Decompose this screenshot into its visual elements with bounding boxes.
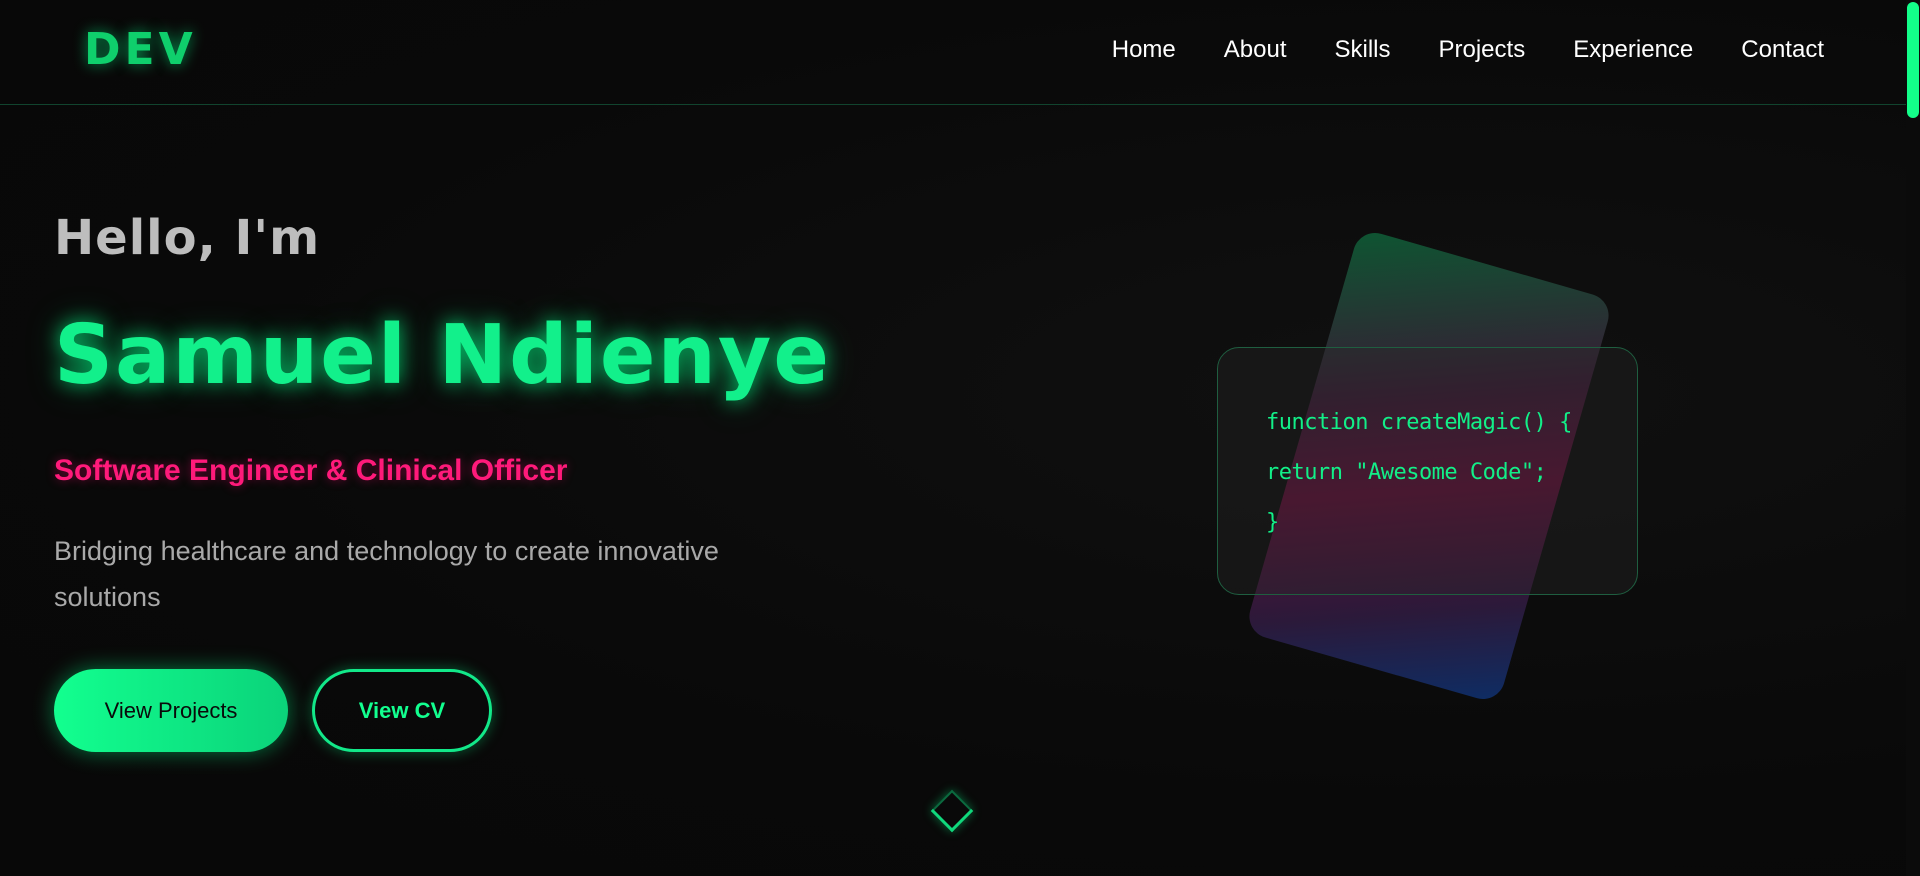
- hero-name: Samuel Ndienye: [54, 308, 831, 403]
- nav-skills[interactable]: Skills: [1334, 36, 1390, 64]
- page-scrollbar[interactable]: [1906, 0, 1920, 876]
- main-nav: Home About Skills Projects Experience Co…: [1112, 36, 1824, 64]
- code-line: function createMagic() {: [1266, 410, 1572, 435]
- hero-description: Bridging healthcare and technology to cr…: [54, 536, 719, 612]
- view-projects-button[interactable]: View Projects: [54, 669, 288, 752]
- nav-contact[interactable]: Contact: [1741, 36, 1824, 64]
- hero-role: Software Engineer & Clinical Officer: [54, 454, 568, 487]
- code-card: function createMagic() { return "Awesome…: [1217, 347, 1638, 595]
- chevron-down-icon[interactable]: [930, 789, 974, 833]
- nav-experience[interactable]: Experience: [1573, 36, 1693, 64]
- hero-greeting: Hello, I'm: [54, 210, 321, 266]
- logo[interactable]: DEV: [84, 24, 197, 75]
- scrollbar-thumb[interactable]: [1907, 2, 1919, 118]
- page: DEV Home About Skills Projects Experienc…: [0, 0, 1920, 876]
- code-line: return "Awesome Code";: [1266, 460, 1547, 485]
- nav-about[interactable]: About: [1224, 36, 1287, 64]
- nav-projects[interactable]: Projects: [1439, 36, 1526, 64]
- code-line: }: [1266, 510, 1279, 535]
- nav-home[interactable]: Home: [1112, 36, 1176, 64]
- view-cv-button[interactable]: View CV: [312, 669, 492, 752]
- site-header: DEV Home About Skills Projects Experienc…: [0, 0, 1920, 105]
